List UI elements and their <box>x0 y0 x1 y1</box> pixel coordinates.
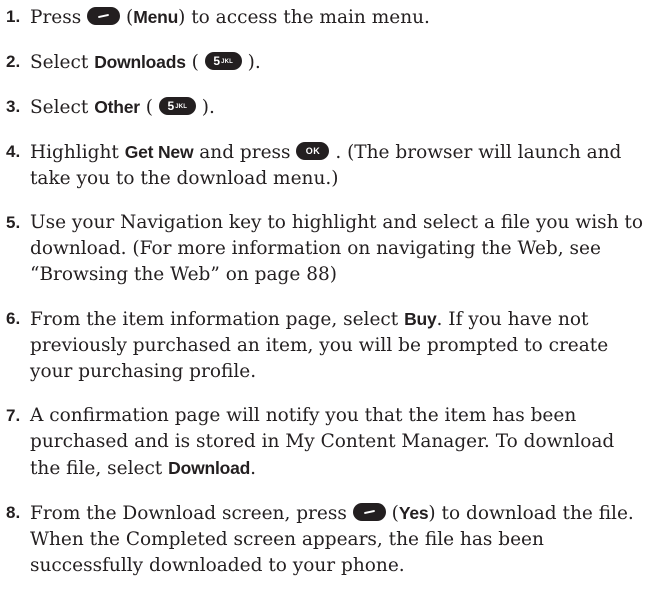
manual-page: 1. Press (Menu) to access the main menu.… <box>0 0 664 602</box>
step-text: Highlight <box>30 142 119 163</box>
step-number: 7. <box>6 406 21 425</box>
step-number: 1. <box>6 7 21 26</box>
step-number: 5. <box>6 213 21 232</box>
step-text: Select <box>30 52 89 73</box>
get-new-label: Get New <box>124 142 194 162</box>
key-digit: 5 <box>213 54 221 68</box>
key-digit: 5 <box>167 99 175 113</box>
step-text: to access the main menu. <box>191 7 430 28</box>
step-text: and press <box>199 142 291 163</box>
yes-softkey-icon <box>352 503 386 521</box>
menu-softkey-icon <box>87 7 121 25</box>
download-label: Download <box>168 458 251 478</box>
yes-label: Yes <box>398 503 429 523</box>
download-steps-list: 1. Press (Menu) to access the main menu.… <box>6 4 650 579</box>
step-text: Use your Navigation key to highlight and… <box>30 212 643 285</box>
menu-label: Menu <box>133 7 179 27</box>
step-text: . <box>250 458 257 479</box>
step-number: 4. <box>6 142 21 161</box>
key-5-jkl-icon: 5JKL <box>158 97 196 115</box>
step-text: From the Download screen, press <box>30 503 347 524</box>
buy-label: Buy <box>404 309 437 329</box>
step-text: Press <box>30 7 82 28</box>
step-1: 1. Press (Menu) to access the main menu. <box>6 4 650 31</box>
downloads-label: Downloads <box>94 52 186 72</box>
ok-key-icon: OK <box>296 142 330 160</box>
step-text: From the item information page, select <box>30 309 399 330</box>
step-number: 8. <box>6 503 21 522</box>
step-3: 3. Select Other ( 5JKL ). <box>6 94 650 121</box>
step-number: 3. <box>6 97 21 116</box>
step-5: 5. Use your Navigation key to highlight … <box>6 210 650 288</box>
step-7: 7. A confirmation page will notify you t… <box>6 403 650 482</box>
key-5-jkl-icon: 5JKL <box>204 52 242 70</box>
step-8: 8. From the Download screen, press (Yes)… <box>6 500 650 579</box>
step-text: Select <box>30 97 89 118</box>
step-text: A confirmation page will notify you that… <box>30 405 615 479</box>
step-2: 2. Select Downloads ( 5JKL ). <box>6 49 650 76</box>
step-number: 2. <box>6 52 21 71</box>
step-4: 4. Highlight Get New and press OK . (The… <box>6 139 650 192</box>
key-letters: JKL <box>221 59 234 65</box>
other-label: Other <box>94 97 140 117</box>
key-letters: JKL <box>175 104 188 110</box>
step-number: 6. <box>6 309 21 328</box>
step-6: 6. From the item information page, selec… <box>6 306 650 385</box>
